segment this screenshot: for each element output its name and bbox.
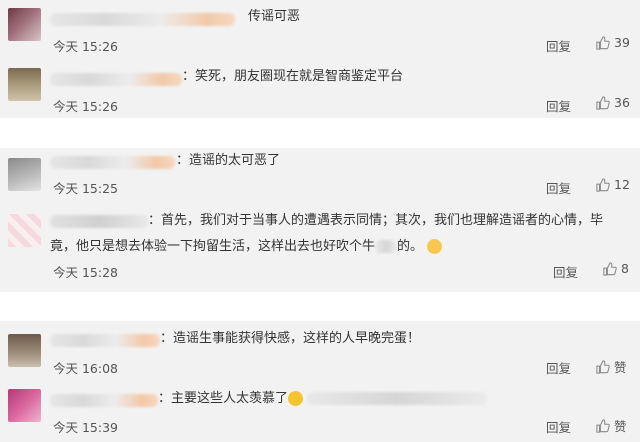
comment-time: 今天 15:28 <box>53 265 118 280</box>
avatar[interactable] <box>8 158 41 191</box>
comment-time: 今天 15:39 <box>53 420 118 435</box>
like-label: 赞 <box>614 419 627 434</box>
username-blurred[interactable] <box>50 215 148 228</box>
reply-button[interactable]: 回复 <box>546 96 571 115</box>
like-button[interactable]: 8 <box>603 261 629 276</box>
comment-text-line2: 竟，他只是想去体验一下拘留生活，这样出去也好吹个牛 的。 <box>50 234 443 260</box>
comment-item: ：造谣生事能获得快感，这样的人早晚完蛋！ 今天 16:08 回复 赞 <box>0 325 640 381</box>
avatar[interactable] <box>8 389 41 422</box>
like-count: 12 <box>614 177 630 192</box>
comment-item: ：主要这些人太羡慕了 今天 15:39 回复 赞 <box>0 381 640 442</box>
avatar[interactable] <box>8 68 41 101</box>
laughing-emoji <box>288 391 304 406</box>
avatar[interactable] <box>8 334 41 367</box>
reply-button[interactable]: 回复 <box>546 178 571 197</box>
comment-text: ：主要这些人太羡慕了 <box>158 386 488 412</box>
like-button[interactable]: 赞 <box>596 416 627 435</box>
like-button[interactable]: 赞 <box>596 357 627 376</box>
username-blurred[interactable] <box>50 73 182 86</box>
comment-text: ：造谣生事能获得快感，这样的人早晚完蛋！ <box>160 331 421 346</box>
avatar[interactable] <box>8 214 41 247</box>
username-blurred[interactable] <box>50 156 175 169</box>
comment-text: ：造谣的太可恶了 <box>176 153 281 168</box>
username-blurred[interactable] <box>50 13 235 26</box>
reply-button[interactable]: 回复 <box>546 417 571 436</box>
avatar[interactable] <box>8 8 41 41</box>
like-button[interactable]: 12 <box>596 177 630 192</box>
like-count: 36 <box>614 95 630 110</box>
username-blurred[interactable] <box>50 394 158 407</box>
reply-button[interactable]: 回复 <box>553 262 578 281</box>
thumbs-up-icon <box>596 359 610 374</box>
cat-face-emoji <box>427 239 443 254</box>
comment-item: ：造谣的太可恶了 今天 15:25 回复 12 <box>0 148 640 202</box>
username-blurred[interactable] <box>50 334 160 347</box>
comment-time: 今天 15:25 <box>53 181 118 196</box>
like-button[interactable]: 39 <box>596 35 630 50</box>
thumbs-up-icon <box>596 95 610 110</box>
like-count: 8 <box>621 261 629 276</box>
comment-item: ：笑死，朋友圈现在就是智商鉴定平台 今天 15:26 回复 36 <box>0 60 640 118</box>
reply-button[interactable]: 回复 <box>546 358 571 377</box>
comment-time: 今天 15:26 <box>53 39 118 54</box>
thumbs-up-icon <box>596 418 610 433</box>
thumbs-up-icon <box>596 35 610 50</box>
like-label: 赞 <box>614 360 627 375</box>
comment-text: 传谣可恶 <box>248 9 301 24</box>
comment-text: ：笑死，朋友圈现在就是智商鉴定平台 <box>182 69 404 84</box>
comment-time: 今天 15:26 <box>53 99 118 114</box>
like-button[interactable]: 36 <box>596 95 630 110</box>
redacted-text <box>307 392 488 405</box>
comment-item: 传谣可恶 今天 15:26 回复 39 <box>0 0 640 60</box>
redacted-text <box>375 240 398 253</box>
thumbs-up-icon <box>596 177 610 192</box>
thumbs-up-icon <box>603 261 617 276</box>
comment-time: 今天 16:08 <box>53 361 118 376</box>
comment-text-line1: ：首先，我们对于当事人的遭遇表示同情；其次，我们也理解造谣者的心情，毕 <box>148 213 604 228</box>
comment-item: ：首先，我们对于当事人的遭遇表示同情；其次，我们也理解造谣者的心情，毕 竟，他只… <box>0 206 640 292</box>
like-count: 39 <box>614 35 630 50</box>
reply-button[interactable]: 回复 <box>546 36 571 55</box>
